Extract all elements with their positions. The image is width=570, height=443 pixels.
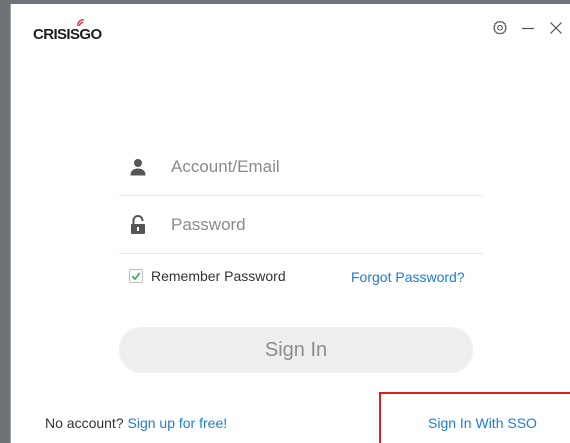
account-field[interactable] [119, 139, 483, 196]
remember-checkbox[interactable] [129, 269, 143, 283]
window-controls [486, 16, 570, 40]
forgot-password-link[interactable]: Forgot Password? [351, 269, 465, 285]
password-field[interactable] [119, 197, 483, 254]
remember-label: Remember Password [151, 268, 286, 284]
signup-link[interactable]: Sign up for free! [128, 415, 228, 431]
no-account-text: No account? [45, 415, 124, 431]
crisisgo-logo: CRISIS GO [33, 19, 102, 43]
sso-signin-link[interactable]: Sign In With SSO [428, 415, 537, 431]
logo-text-go: GO [79, 26, 102, 43]
sign-in-button[interactable]: Sign In [119, 327, 473, 373]
close-icon[interactable] [542, 16, 570, 40]
logo-text-crisis: CRISIS [33, 26, 80, 43]
no-account-row: No account? Sign up for free! [45, 415, 227, 431]
password-input[interactable] [169, 214, 463, 236]
login-window: CRISIS GO Account/Email Remember Passwor… [10, 4, 570, 443]
gear-icon[interactable] [486, 16, 514, 40]
remember-password[interactable]: Remember Password [129, 268, 286, 284]
minimize-icon[interactable] [514, 16, 542, 40]
user-icon [127, 156, 149, 178]
check-icon [131, 272, 141, 281]
lock-icon [127, 214, 149, 236]
account-input[interactable] [169, 156, 463, 178]
